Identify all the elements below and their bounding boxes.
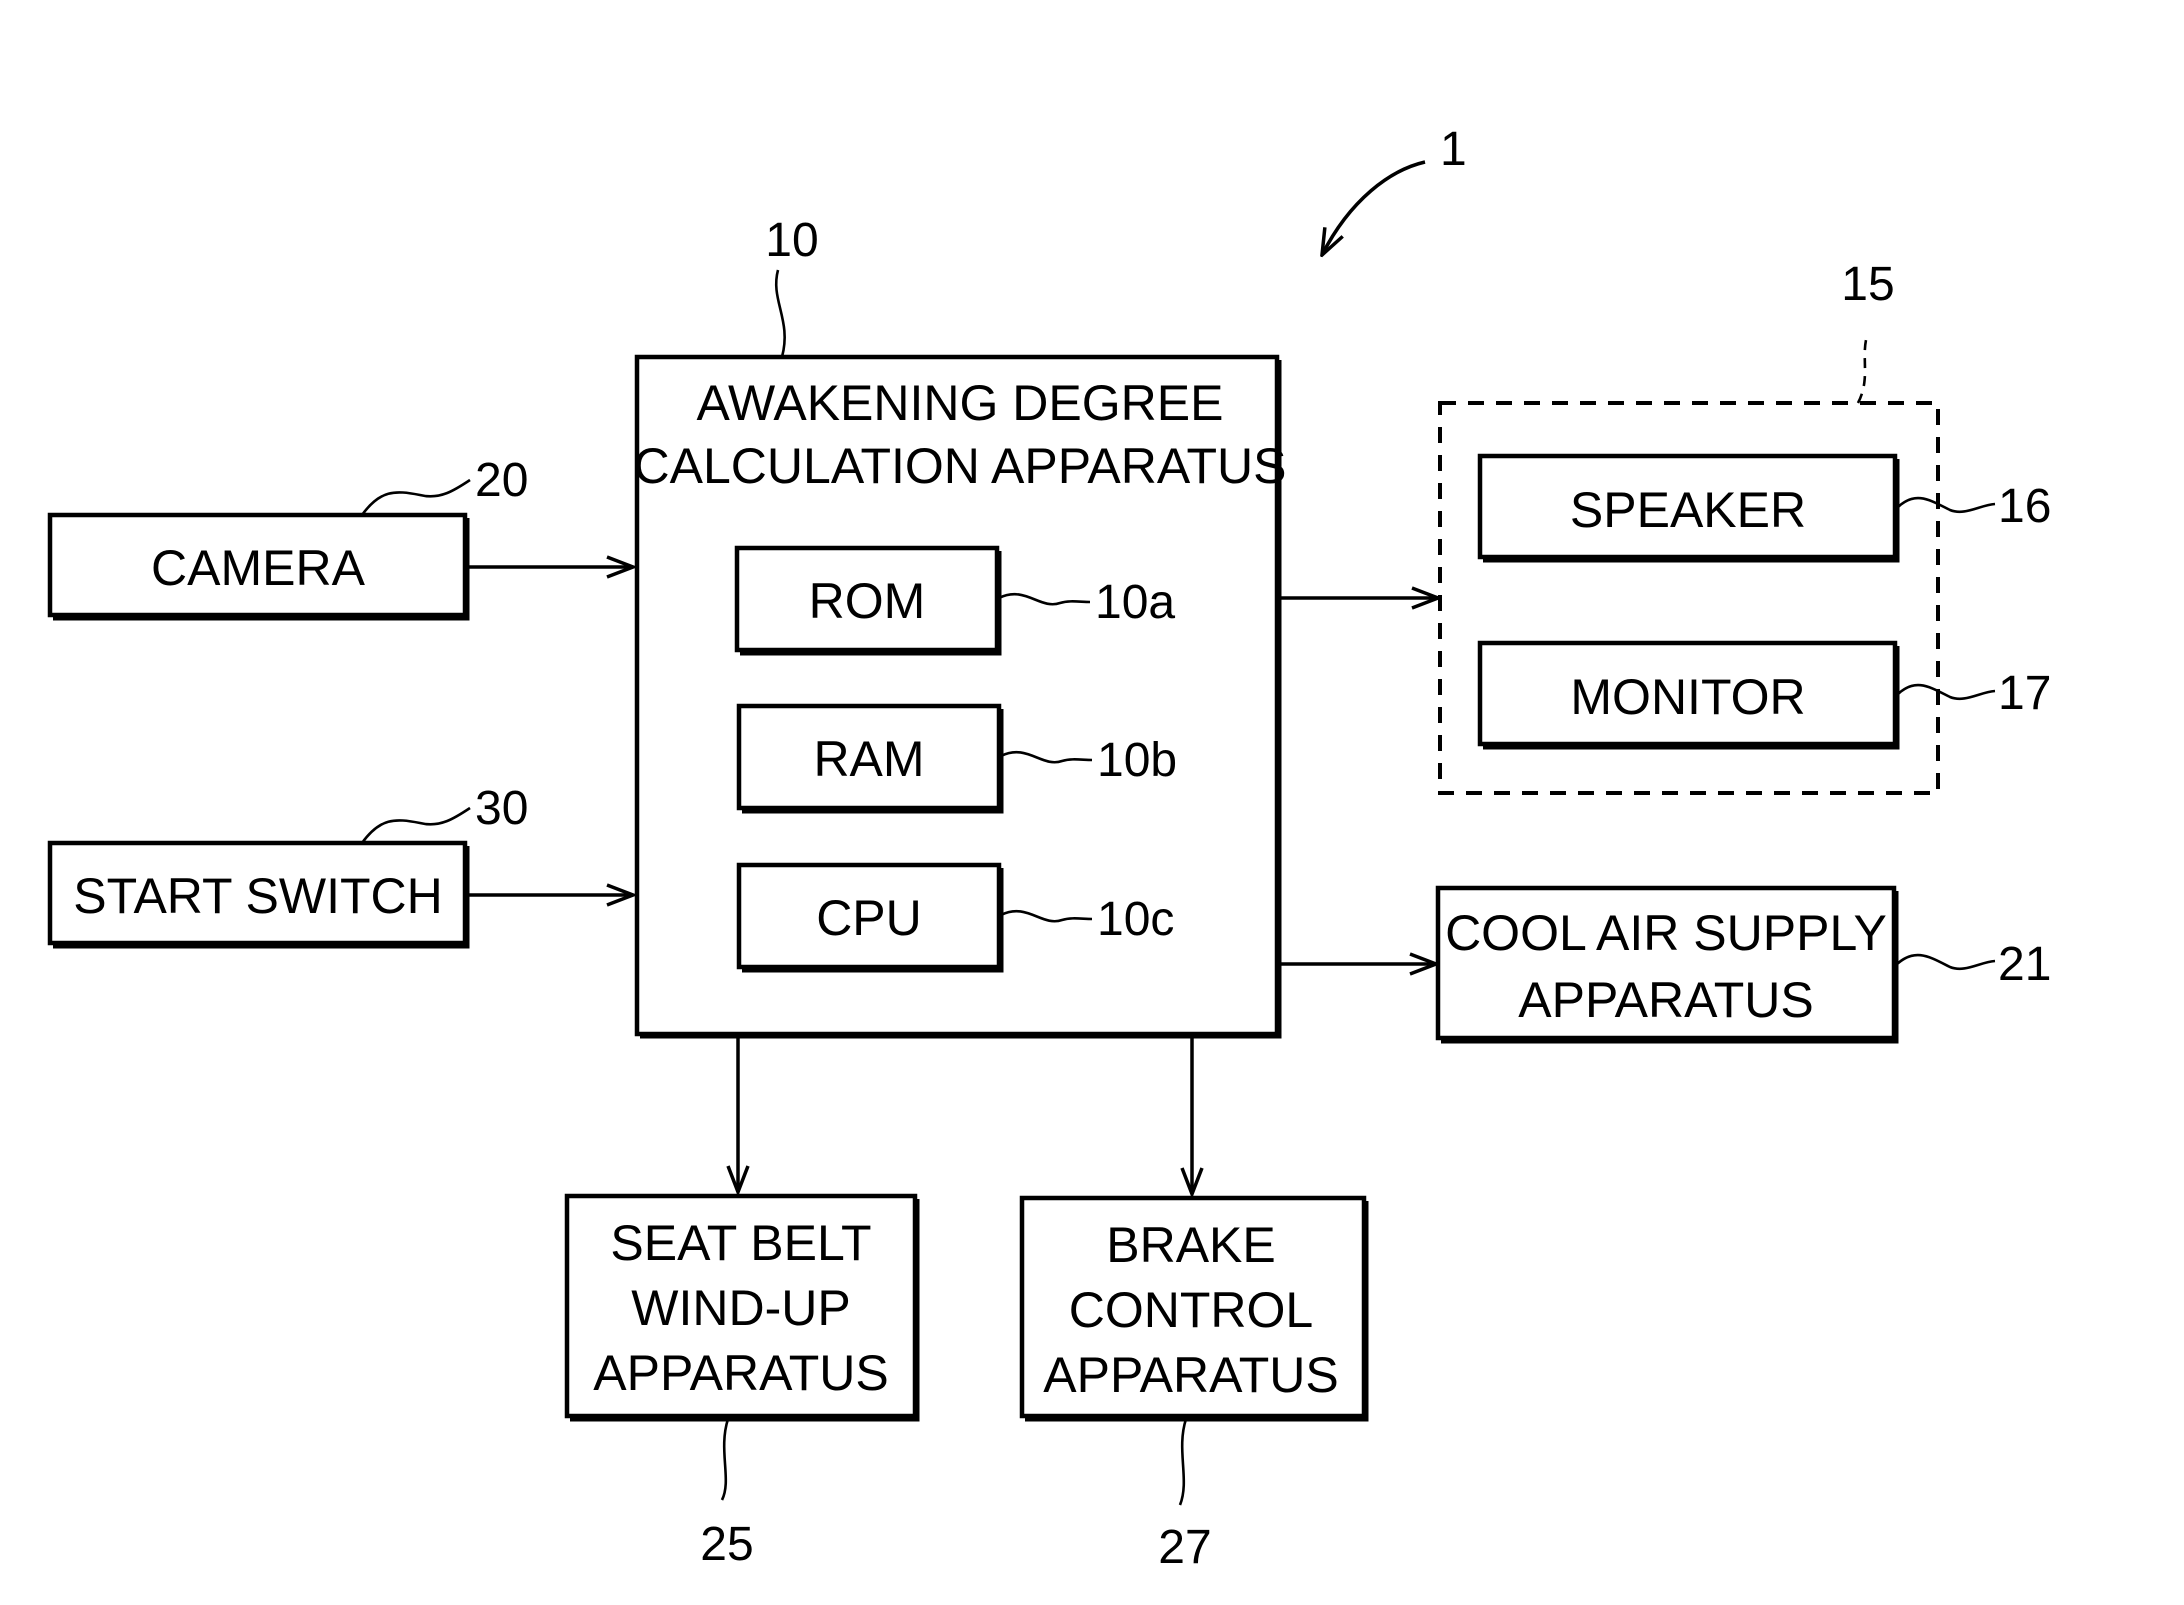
speaker-ref: 16 [1998,480,2051,533]
cool-air-line-2: APPARATUS [1518,972,1813,1028]
cpu-label: CPU [816,890,922,946]
cool-air-ref: 21 [1998,938,2051,991]
main-leader [775,269,786,358]
seat-belt-ref: 25 [700,1518,753,1571]
cool-air-supply-block: COOL AIR SUPPLY APPARATUS 21 [1279,885,2051,1044]
main-title-line-1: AWAKENING DEGREE [697,375,1224,431]
main-ref-label: 10 [765,214,818,267]
speaker-block: SPEAKER 16 [1477,453,2051,563]
speaker-label: SPEAKER [1570,482,1806,538]
brake-control-block: BRAKE CONTROL APPARATUS 27 [1019,1036,1369,1574]
monitor-block: MONITOR 17 [1477,640,2051,750]
seat-belt-line-2: WIND-UP [631,1280,850,1336]
start-switch-ref: 30 [475,782,528,835]
cool-air-line-1: COOL AIR SUPPLY [1445,905,1887,961]
seat-belt-line-3: APPARATUS [593,1345,888,1401]
awakening-degree-calculation-apparatus: AWAKENING DEGREE CALCULATION APPARATUS 1… [634,214,1287,1039]
camera-label: CAMERA [151,540,366,596]
monitor-ref: 17 [1998,667,2051,720]
notification-group: 15 SPEAKER 16 MONITOR 17 [1279,258,2051,795]
start-switch-label: START SWITCH [73,868,442,924]
brake-line-1: BRAKE [1106,1217,1276,1273]
system-ref-label: 1 [1440,123,1467,176]
brake-ref: 27 [1158,1521,1211,1574]
system-reference: 1 [1322,123,1467,255]
monitor-label: MONITOR [1570,669,1805,725]
block-diagram: 1 AWAKENING DEGREE CALCULATION APPARATUS… [47,123,2051,1574]
brake-line-2: CONTROL [1069,1282,1313,1338]
camera-ref: 20 [475,454,528,507]
camera-block: CAMERA 20 [47,454,633,621]
cpu-ref: 10c [1097,893,1174,946]
start-switch-block: START SWITCH 30 [47,782,633,949]
ram-ref: 10b [1097,734,1177,787]
seat-belt-wind-up-block: SEAT BELT WIND-UP APPARATUS 25 [564,1036,920,1571]
rom-ref: 10a [1095,576,1175,629]
rom-label: ROM [809,573,926,629]
group-ref: 15 [1841,258,1894,311]
system-arrow-icon [1322,160,1426,255]
ram-label: RAM [813,731,924,787]
seat-belt-line-1: SEAT BELT [610,1215,871,1271]
main-title-line-2: CALCULATION APPARATUS [634,438,1287,494]
brake-line-3: APPARATUS [1043,1347,1338,1403]
